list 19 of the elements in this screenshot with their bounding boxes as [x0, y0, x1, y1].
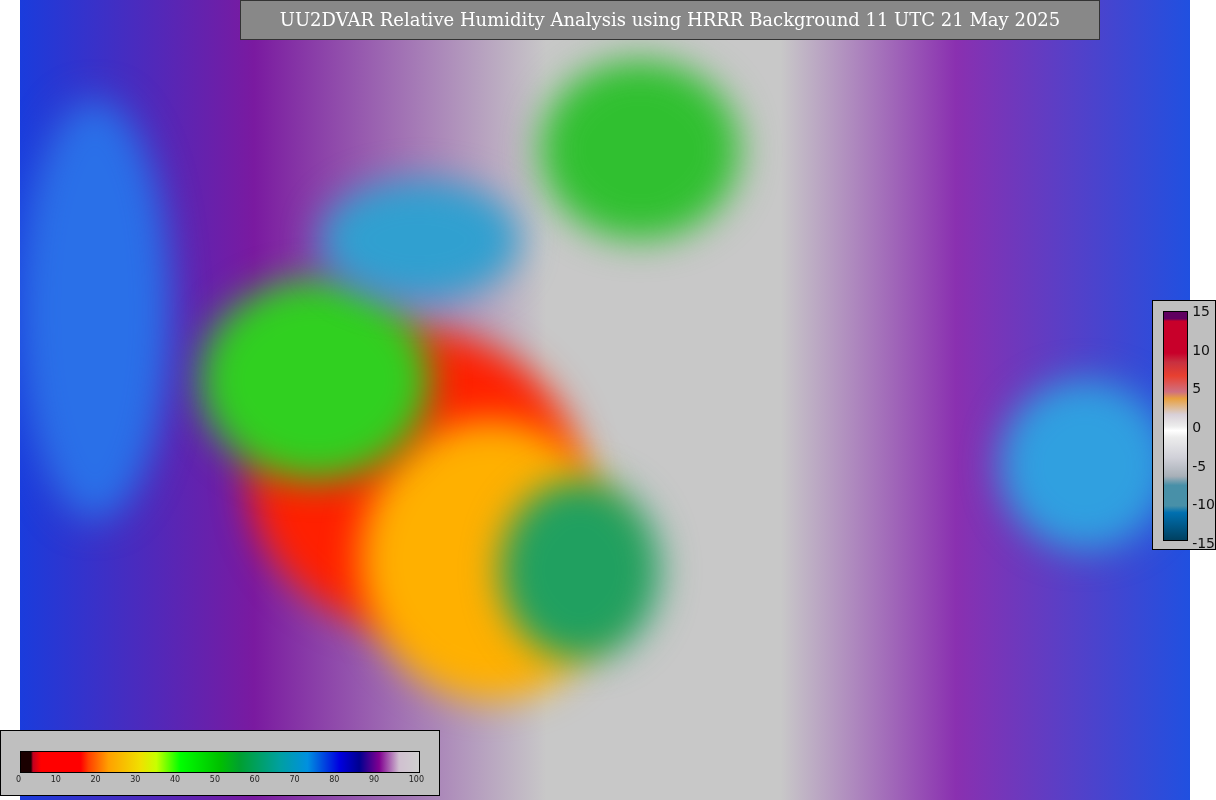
scale-tick-label: -15	[1192, 534, 1215, 551]
scale-tick-label: 90	[368, 775, 380, 784]
scale-tick-label: -5	[1192, 457, 1208, 474]
scale-tick-label: 60	[249, 775, 260, 784]
scale-tick-label: -10	[1192, 496, 1215, 513]
scale-tick-label: 100	[408, 775, 424, 784]
scale-tick-label: 30	[130, 775, 141, 784]
scale-tick-label: 0	[1192, 418, 1203, 435]
scale-tick-label: 70	[289, 775, 300, 784]
scale-tick-label: 20	[90, 775, 101, 784]
scale-tick-label: 10	[1192, 341, 1211, 358]
scale-tick-label: 40	[170, 775, 181, 784]
scale-tick-label: 10	[50, 775, 61, 784]
map-title: UU2DVAR Relative Humidity Analysis using HRRR Background 11 UTC 21 May 2025	[240, 0, 1100, 40]
scale-tick-label: 80	[329, 775, 340, 784]
scale-tick-label: 5	[1192, 380, 1203, 397]
scale-tick-label: 50	[209, 775, 220, 784]
scale-tick-label: 0	[16, 775, 22, 784]
scale-tick-label: 15	[1192, 303, 1211, 319]
